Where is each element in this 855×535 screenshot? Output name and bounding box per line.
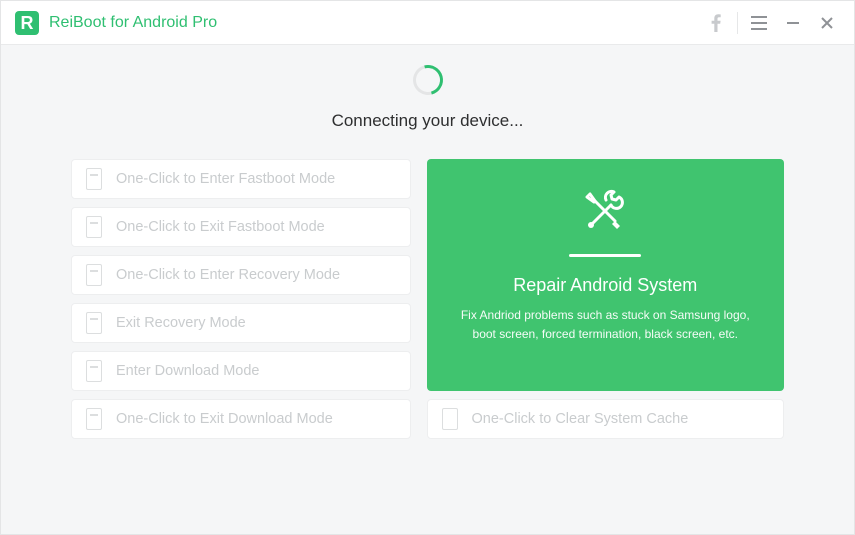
clear-cache-button[interactable]: One-Click to Clear System Cache (427, 399, 784, 439)
mode-label: One-Click to Exit Download Mode (116, 411, 333, 427)
close-icon[interactable] (810, 1, 844, 45)
phone-icon (86, 216, 102, 238)
phone-icon (86, 168, 102, 190)
app-logo: R (15, 11, 39, 35)
titlebar: R ReiBoot for Android Pro (1, 1, 854, 45)
app-title: ReiBoot for Android Pro (49, 14, 217, 32)
loading-spinner-icon (407, 60, 448, 101)
status-text: Connecting your device... (332, 111, 524, 131)
facebook-icon[interactable] (699, 1, 733, 45)
menu-icon[interactable] (742, 1, 776, 45)
phone-icon (86, 264, 102, 286)
enter-download-button[interactable]: Enter Download Mode (71, 351, 411, 391)
phone-download-icon (86, 408, 102, 430)
repair-description: Fix Andriod problems such as stuck on Sa… (449, 306, 762, 343)
modes-column: One-Click to Enter Fastboot Mode One-Cli… (71, 159, 411, 439)
mode-label: Enter Download Mode (116, 363, 259, 379)
clear-cache-label: One-Click to Clear System Cache (472, 411, 689, 427)
exit-fastboot-button[interactable]: One-Click to Exit Fastboot Mode (71, 207, 411, 247)
mode-label: One-Click to Exit Fastboot Mode (116, 219, 325, 235)
enter-recovery-button[interactable]: One-Click to Enter Recovery Mode (71, 255, 411, 295)
mode-label: One-Click to Enter Recovery Mode (116, 267, 340, 283)
repair-column: Repair Android System Fix Andriod proble… (427, 159, 784, 439)
content-area: Connecting your device... One-Click to E… (1, 45, 854, 439)
phone-icon (442, 408, 458, 430)
phone-icon (86, 312, 102, 334)
repair-title: Repair Android System (513, 275, 697, 296)
minimize-icon[interactable] (776, 1, 810, 45)
repair-divider (569, 254, 641, 257)
mode-label: One-Click to Enter Fastboot Mode (116, 171, 335, 187)
options-grid: One-Click to Enter Fastboot Mode One-Cli… (71, 159, 784, 439)
app-window: R ReiBoot for Android Pro Connecting you… (0, 0, 855, 535)
app-logo-letter: R (21, 14, 34, 32)
phone-download-icon (86, 360, 102, 382)
mode-label: Exit Recovery Mode (116, 315, 246, 331)
tools-icon (581, 187, 629, 240)
titlebar-separator (737, 12, 738, 34)
status-area: Connecting your device... (71, 65, 784, 131)
enter-fastboot-button[interactable]: One-Click to Enter Fastboot Mode (71, 159, 411, 199)
exit-download-button[interactable]: One-Click to Exit Download Mode (71, 399, 411, 439)
exit-recovery-button[interactable]: Exit Recovery Mode (71, 303, 411, 343)
repair-android-card[interactable]: Repair Android System Fix Andriod proble… (427, 159, 784, 391)
